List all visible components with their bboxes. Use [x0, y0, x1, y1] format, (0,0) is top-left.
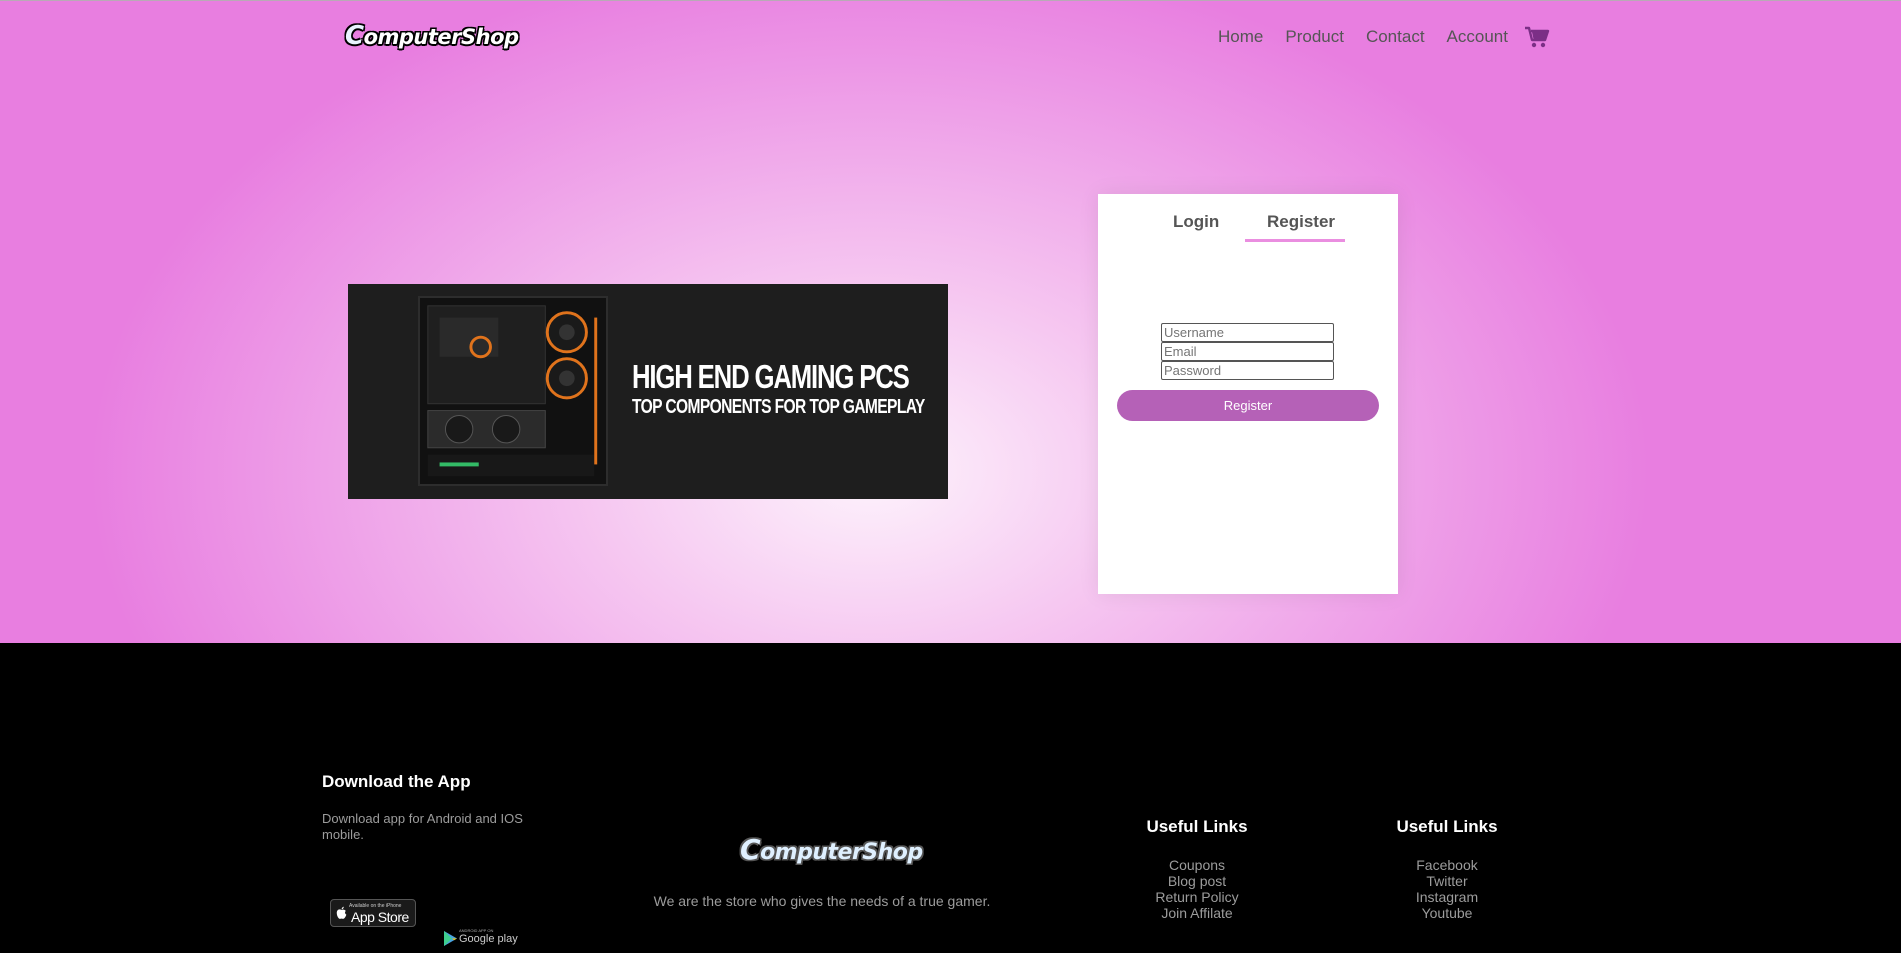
google-play-badge[interactable]: ANDROID APP ON Google play: [440, 927, 518, 949]
navbar: ComputerShop Home Product Contact Accoun…: [0, 19, 1901, 59]
useful-links-column: Useful Links Coupons Blog post Return Po…: [1107, 817, 1287, 921]
username-input[interactable]: [1161, 323, 1334, 342]
link-facebook[interactable]: Facebook: [1357, 857, 1537, 873]
google-play-text: Google play: [459, 933, 518, 945]
nav-product[interactable]: Product: [1285, 27, 1344, 47]
app-store-badge[interactable]: Available on the iPhone App Store: [330, 899, 416, 927]
logo-text: omputerShop: [363, 25, 519, 49]
tab-active-indicator: [1245, 239, 1345, 242]
link-instagram[interactable]: Instagram: [1357, 889, 1537, 905]
link-return-policy[interactable]: Return Policy: [1107, 889, 1287, 905]
footer-logo-letter: C: [740, 833, 761, 866]
footer-logo: ComputerShop: [740, 833, 923, 866]
link-coupons[interactable]: Coupons: [1107, 857, 1287, 873]
column-title: Useful Links: [1146, 817, 1248, 836]
banner-subtitle: TOP COMPONENTS FOR TOP GAMEPLAY: [632, 396, 925, 418]
footer-tagline: We are the store who gives the needs of …: [653, 893, 991, 909]
cart-icon[interactable]: [1524, 25, 1550, 49]
gaming-pc-image: [418, 296, 608, 486]
link-join-affiliate[interactable]: Join Affilate: [1107, 905, 1287, 921]
google-play-icon: [444, 931, 457, 946]
nav-home[interactable]: Home: [1218, 27, 1263, 47]
download-app-text: Download app for Android and IOS mobile.: [322, 811, 523, 842]
nav-contact[interactable]: Contact: [1366, 27, 1425, 47]
download-app-title: Download the App: [322, 772, 471, 791]
logo-letter: C: [345, 21, 364, 51]
email-input[interactable]: [1161, 342, 1334, 361]
social-links-column: Useful Links Facebook Twitter Instagram …: [1357, 817, 1537, 921]
tab-login[interactable]: Login: [1173, 212, 1219, 232]
footer-logo-text: omputerShop: [760, 840, 923, 865]
app-store-text: App Store: [351, 909, 409, 925]
nav-links: Home Product Contact Account: [1218, 27, 1530, 47]
link-twitter[interactable]: Twitter: [1357, 873, 1537, 889]
logo[interactable]: ComputerShop: [345, 21, 519, 51]
nav-account[interactable]: Account: [1447, 27, 1508, 47]
apple-icon: [336, 906, 347, 919]
link-youtube[interactable]: Youtube: [1357, 905, 1537, 921]
column-title: Useful Links: [1396, 817, 1498, 836]
tab-register[interactable]: Register: [1267, 212, 1335, 232]
hero-section: ComputerShop Home Product Contact Accoun…: [0, 0, 1901, 643]
link-blog-post[interactable]: Blog post: [1107, 873, 1287, 889]
register-button[interactable]: Register: [1117, 390, 1379, 421]
banner-title: HIGH END GAMING PCS: [632, 358, 910, 395]
password-input[interactable]: [1161, 361, 1334, 380]
promo-banner: HIGH END GAMING PCS TOP COMPONENTS FOR T…: [348, 284, 948, 499]
register-form-card: Login Register Register: [1098, 194, 1398, 594]
footer: Download the App Download app for Androi…: [0, 643, 1901, 953]
